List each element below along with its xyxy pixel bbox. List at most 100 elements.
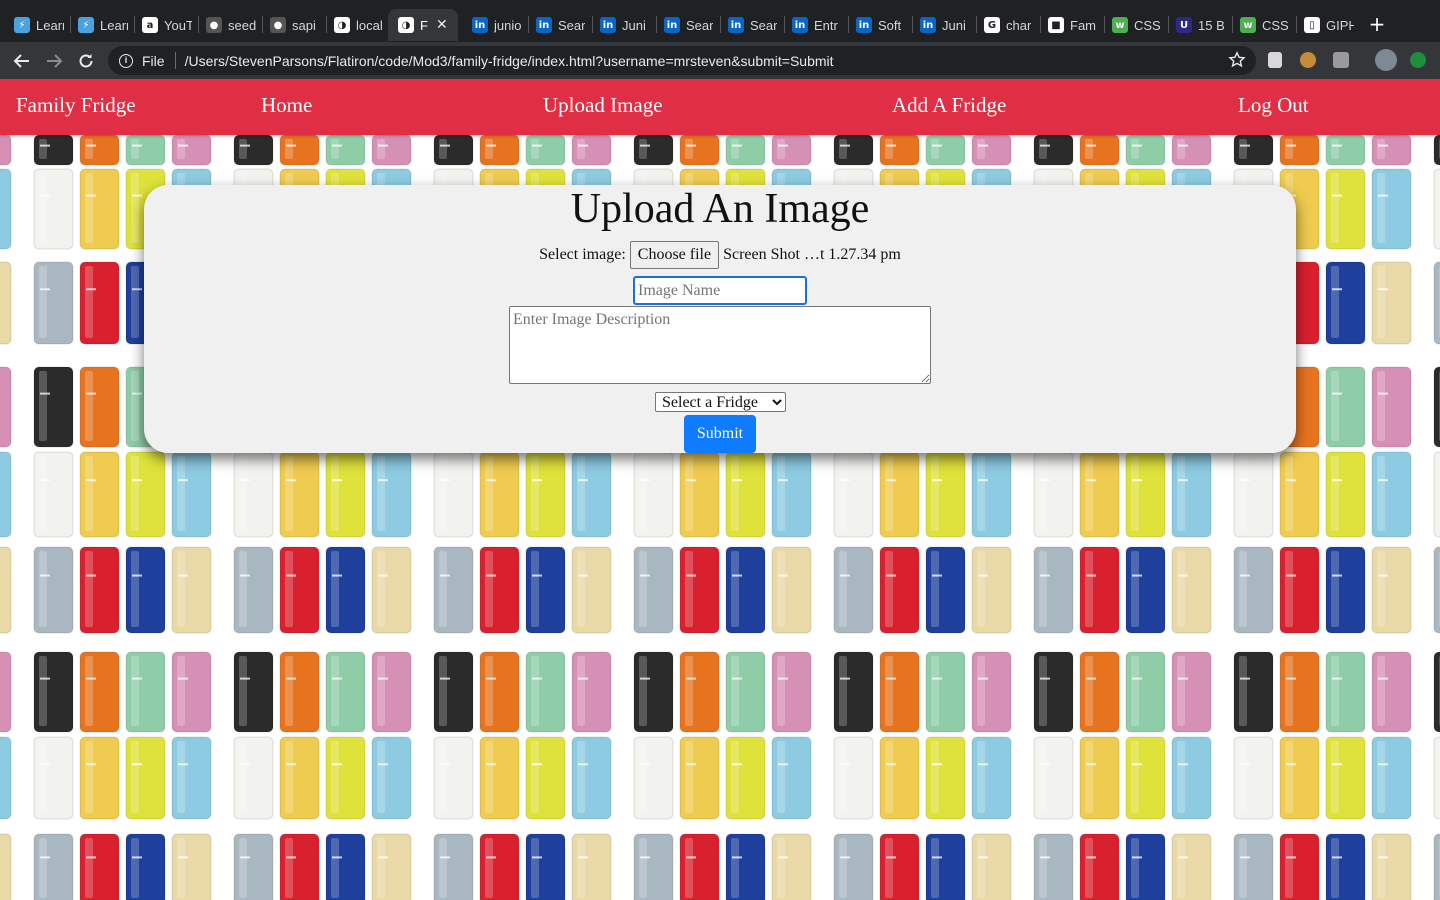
nav-brand-link[interactable]: Family Fridge [16, 93, 136, 118]
fridge-handle [1178, 856, 1188, 859]
back-button[interactable] [11, 50, 33, 72]
browser-tab[interactable]: w CSS [1240, 9, 1290, 41]
browser-tab[interactable]: U 15 B [1176, 9, 1226, 41]
trello-icon: ■ [1048, 17, 1064, 33]
close-tab-icon[interactable]: ✕ [436, 17, 448, 33]
fridge-handle [378, 763, 388, 766]
browser-tab[interactable]: a YouTube [142, 9, 192, 41]
image-name-input[interactable] [633, 276, 807, 305]
fridge-handle [932, 574, 942, 577]
fridge-handle [1240, 574, 1250, 577]
forward-button[interactable] [43, 50, 65, 72]
fridge-highlight [1177, 656, 1185, 726]
fridge-highlight [839, 838, 847, 898]
fridge-handle [1040, 144, 1050, 147]
browser-tab[interactable]: in Sear [664, 9, 714, 41]
fridge-highlight [131, 139, 139, 159]
browser-tab[interactable]: in junio [472, 9, 522, 41]
nav-logout-link[interactable]: Log Out [1238, 93, 1309, 118]
fridge-handle [1240, 144, 1250, 147]
fridge-select[interactable]: Select a Fridge [655, 392, 786, 412]
address-bar[interactable]: i File /Users/StevenParsons/Flatiron/cod… [108, 46, 1256, 75]
browser-tab[interactable]: ▯ GIPH [1304, 9, 1354, 41]
browser-tab[interactable]: ⚡ Learn [78, 9, 128, 41]
tab-separator [326, 16, 327, 33]
fridge-handle [978, 677, 988, 680]
linkedin-icon: in [600, 17, 616, 33]
browser-tab[interactable]: ⚡ Learn [14, 9, 64, 41]
browser-tab[interactable]: Gchar [984, 9, 1034, 41]
fridge-highlight [639, 741, 647, 813]
fridge-handle [240, 574, 250, 577]
image-description-textarea[interactable] [509, 306, 931, 384]
fridge-handle [1378, 574, 1388, 577]
fridge-handle [86, 677, 96, 680]
fridge-handle [886, 856, 896, 859]
fridge-handle [486, 763, 496, 766]
site-info-icon[interactable]: i [119, 53, 133, 68]
browser-tab-title: Juni [942, 17, 966, 33]
fridge-highlight [777, 656, 785, 726]
nav-home-link[interactable]: Home [261, 93, 312, 118]
fridge-handle [1132, 144, 1142, 147]
submit-button[interactable]: Submit [684, 415, 756, 453]
fridge-handle [132, 677, 142, 680]
globe-icon: ◑ [334, 17, 350, 33]
fridge-handle [132, 194, 142, 197]
fridge-handle [178, 574, 188, 577]
tab-separator [592, 16, 593, 33]
browser-tab[interactable]: ● seed [206, 9, 256, 41]
fridge-handle [1378, 194, 1388, 197]
fridge-highlight [531, 656, 539, 726]
fridge-highlight [285, 741, 293, 813]
browser-tab[interactable]: in Sear [728, 9, 778, 41]
fridge-highlight [531, 139, 539, 159]
browser-tab[interactable]: in Juni [920, 9, 970, 41]
browser-tab[interactable]: ◑ local [334, 9, 384, 41]
fridge-highlight [931, 838, 939, 898]
fridge-highlight [531, 551, 539, 627]
browser-tab[interactable]: in Soft [856, 9, 906, 41]
fridge-handle [1240, 763, 1250, 766]
fridge-highlight [639, 838, 647, 898]
avatar[interactable] [1375, 49, 1397, 71]
puzzle-extension-icon[interactable] [1333, 52, 1349, 68]
address-scheme: File [142, 52, 165, 69]
browser-tab[interactable]: ■ Fam [1048, 9, 1098, 41]
fridge-highlight [331, 551, 339, 627]
choose-file-button[interactable]: Choose file [629, 241, 720, 269]
fridge-highlight [1239, 551, 1247, 627]
fridge-highlight [885, 656, 893, 726]
browser-tab-title: Soft [878, 17, 902, 33]
fridge-highlight [577, 741, 585, 813]
fridge-handle [978, 479, 988, 482]
fridge-highlight [485, 456, 493, 531]
browser-tab[interactable]: ● sapi [270, 9, 320, 41]
new-tab-button[interactable]: + [1366, 13, 1388, 35]
browser-tab[interactable]: w CSS [1112, 9, 1162, 41]
fridge-handle [686, 856, 696, 859]
browser-tab[interactable]: in Entr [792, 9, 842, 41]
fridge-highlight [1177, 838, 1185, 898]
fridge-handle [332, 479, 342, 482]
fridge-handle [240, 763, 250, 766]
bookmark-star-icon[interactable] [1228, 51, 1246, 69]
cookie-extension-icon[interactable] [1300, 52, 1316, 68]
browser-tab-title: sapi [292, 17, 316, 33]
fridge-highlight [39, 456, 47, 531]
nav-upload-image-link[interactable]: Upload Image [543, 93, 663, 118]
tab-separator [1168, 16, 1169, 33]
fridge-highlight [1285, 656, 1293, 726]
update-icon[interactable] [1410, 52, 1426, 68]
reader-extension-icon[interactable] [1268, 52, 1282, 68]
fridge-handle [932, 677, 942, 680]
browser-tab[interactable]: ◑ F ✕ [388, 9, 458, 41]
fridge-handle [440, 856, 450, 859]
nav-add-fridge-link[interactable]: Add A Fridge [892, 93, 1006, 118]
browser-tab[interactable]: in Sear [536, 9, 586, 41]
fridge-handle [486, 144, 496, 147]
fridge-handle [532, 763, 542, 766]
reload-button[interactable] [75, 50, 97, 72]
browser-tab[interactable]: in Juni [600, 9, 650, 41]
fridge-handle [1332, 392, 1342, 395]
